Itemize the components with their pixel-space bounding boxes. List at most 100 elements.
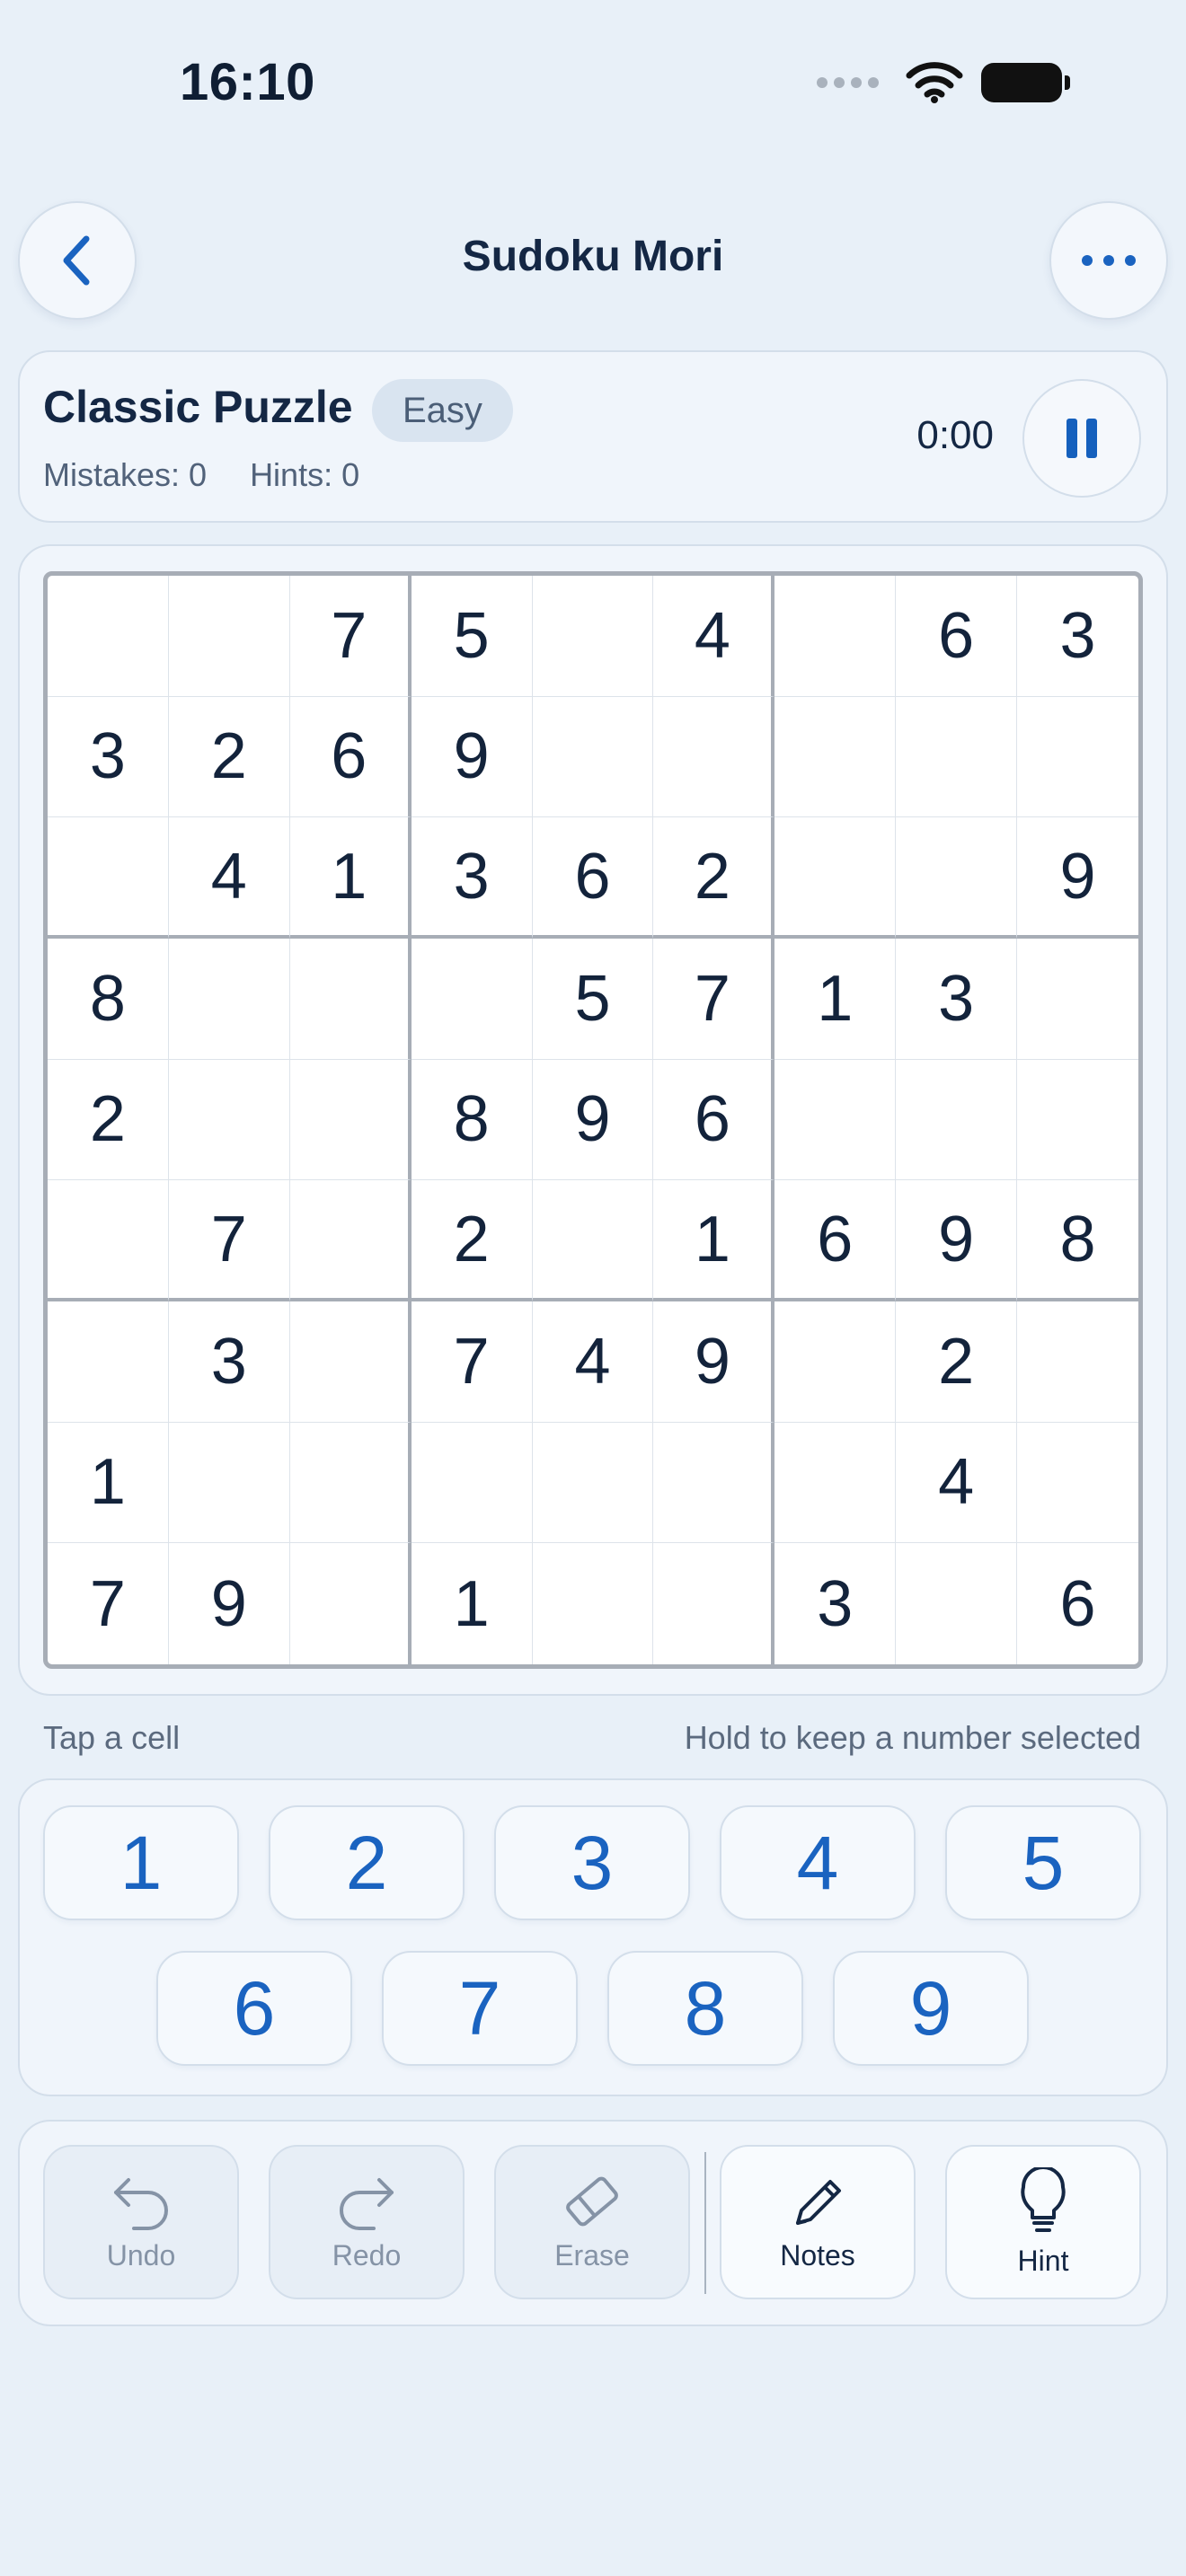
- board-cell[interactable]: 5: [532, 939, 654, 1060]
- board-cell[interactable]: [653, 1422, 775, 1544]
- board-cell[interactable]: [168, 576, 290, 697]
- board-cell[interactable]: 9: [411, 696, 533, 818]
- board-cell[interactable]: [289, 939, 412, 1060]
- board-cell[interactable]: 4: [653, 576, 775, 697]
- board-cell[interactable]: 6: [774, 1180, 897, 1301]
- pause-button[interactable]: [1022, 379, 1141, 498]
- board-cell[interactable]: 2: [653, 817, 775, 939]
- board-cell[interactable]: 3: [774, 1543, 897, 1664]
- board-cell[interactable]: [168, 1422, 290, 1544]
- board-cell[interactable]: [532, 576, 654, 697]
- board-cell[interactable]: 9: [896, 1180, 1018, 1301]
- hint-button[interactable]: Hint: [945, 2145, 1141, 2299]
- number-button-2[interactable]: 2: [269, 1805, 465, 1920]
- board-cell[interactable]: [532, 696, 654, 818]
- board-cell[interactable]: [774, 1422, 897, 1544]
- board-cell[interactable]: [532, 1422, 654, 1544]
- board-cell[interactable]: 5: [411, 576, 533, 697]
- board-cell[interactable]: 9: [532, 1059, 654, 1181]
- number-button-8[interactable]: 8: [607, 1951, 803, 2066]
- board-cell[interactable]: 7: [168, 1180, 290, 1301]
- board-cell[interactable]: [774, 1301, 897, 1423]
- board-cell[interactable]: [48, 576, 169, 697]
- number-button-5[interactable]: 5: [945, 1805, 1141, 1920]
- board-cell[interactable]: 4: [896, 1422, 1018, 1544]
- board-cell[interactable]: 9: [169, 1543, 290, 1664]
- board-cell[interactable]: [532, 1180, 654, 1301]
- board-cell[interactable]: 6: [532, 817, 654, 939]
- board-cell[interactable]: 3: [1017, 576, 1138, 697]
- board-cell[interactable]: [774, 576, 897, 697]
- number-button-9[interactable]: 9: [833, 1951, 1029, 2066]
- number-button-1[interactable]: 1: [43, 1805, 239, 1920]
- board-cell[interactable]: 2: [896, 1301, 1018, 1423]
- undo-button[interactable]: Undo: [43, 2145, 239, 2299]
- board-cell[interactable]: [774, 817, 897, 939]
- board-cell[interactable]: [48, 817, 169, 939]
- board-cell[interactable]: 3: [168, 1301, 290, 1423]
- board-cell[interactable]: 3: [48, 696, 169, 818]
- board-cell[interactable]: 1: [774, 939, 897, 1060]
- more-options-button[interactable]: [1049, 201, 1168, 320]
- board-cell[interactable]: 2: [411, 1180, 533, 1301]
- board-cell[interactable]: 1: [289, 817, 412, 939]
- board-cell[interactable]: [653, 1543, 775, 1664]
- board-cell[interactable]: [774, 1059, 897, 1181]
- board-cell[interactable]: [168, 939, 290, 1060]
- number-button-7[interactable]: 7: [382, 1951, 578, 2066]
- board-cell[interactable]: [289, 1301, 412, 1423]
- tools-divider: [704, 2152, 706, 2294]
- board-cell[interactable]: [290, 1543, 412, 1664]
- number-button-3[interactable]: 3: [494, 1805, 690, 1920]
- board-cell[interactable]: [289, 1422, 412, 1544]
- board-cell[interactable]: [1017, 1301, 1138, 1423]
- board-cell[interactable]: 3: [896, 939, 1018, 1060]
- board-cell[interactable]: 7: [653, 939, 775, 1060]
- board-cell[interactable]: [48, 1301, 169, 1423]
- board-cell[interactable]: 6: [1017, 1543, 1138, 1664]
- board-cell[interactable]: [289, 1180, 412, 1301]
- board-cell[interactable]: [896, 1543, 1018, 1664]
- board-cell[interactable]: 7: [411, 1301, 533, 1423]
- board-cell[interactable]: 2: [168, 696, 290, 818]
- number-button-4[interactable]: 4: [720, 1805, 916, 1920]
- board-cell[interactable]: 8: [48, 939, 169, 1060]
- board-cell[interactable]: [1017, 1060, 1138, 1181]
- mistakes-count: Mistakes: 0: [43, 456, 208, 493]
- board-cell[interactable]: 6: [896, 576, 1018, 697]
- board-cell[interactable]: [411, 939, 533, 1060]
- board-cell[interactable]: [1017, 697, 1138, 818]
- board-cell[interactable]: 1: [412, 1543, 533, 1664]
- board-cell[interactable]: [411, 1422, 533, 1544]
- board-cell[interactable]: 9: [1017, 817, 1138, 939]
- redo-button[interactable]: Redo: [269, 2145, 465, 2299]
- board-cell[interactable]: 8: [411, 1059, 533, 1181]
- board-cell[interactable]: [48, 1180, 169, 1301]
- board-cell[interactable]: 1: [653, 1180, 775, 1301]
- board-cell[interactable]: [1017, 1423, 1138, 1544]
- board-cell[interactable]: 4: [168, 817, 290, 939]
- board-cell[interactable]: 7: [48, 1543, 169, 1664]
- board-cell[interactable]: [289, 1059, 412, 1181]
- board-cell[interactable]: 7: [289, 576, 412, 697]
- board-cell[interactable]: [168, 1059, 290, 1181]
- board-cell[interactable]: 9: [653, 1301, 775, 1423]
- board-cell[interactable]: 1: [48, 1422, 169, 1544]
- board-cell[interactable]: 2: [48, 1059, 169, 1181]
- number-button-6[interactable]: 6: [156, 1951, 352, 2066]
- board-cell[interactable]: [774, 696, 897, 818]
- board-cell[interactable]: [1017, 939, 1138, 1060]
- board-cell[interactable]: 6: [289, 696, 412, 818]
- board-cell[interactable]: [653, 696, 775, 818]
- board-cell[interactable]: 3: [411, 817, 533, 939]
- board-cell[interactable]: [896, 817, 1018, 939]
- board-cell[interactable]: [896, 1059, 1018, 1181]
- redo-label: Redo: [332, 2238, 402, 2272]
- board-cell[interactable]: 8: [1017, 1180, 1138, 1301]
- board-cell[interactable]: [533, 1543, 654, 1664]
- board-cell[interactable]: 4: [532, 1301, 654, 1423]
- notes-button[interactable]: Notes: [720, 2145, 916, 2299]
- board-cell[interactable]: 6: [653, 1059, 775, 1181]
- erase-button[interactable]: Erase: [494, 2145, 690, 2299]
- board-cell[interactable]: [896, 696, 1018, 818]
